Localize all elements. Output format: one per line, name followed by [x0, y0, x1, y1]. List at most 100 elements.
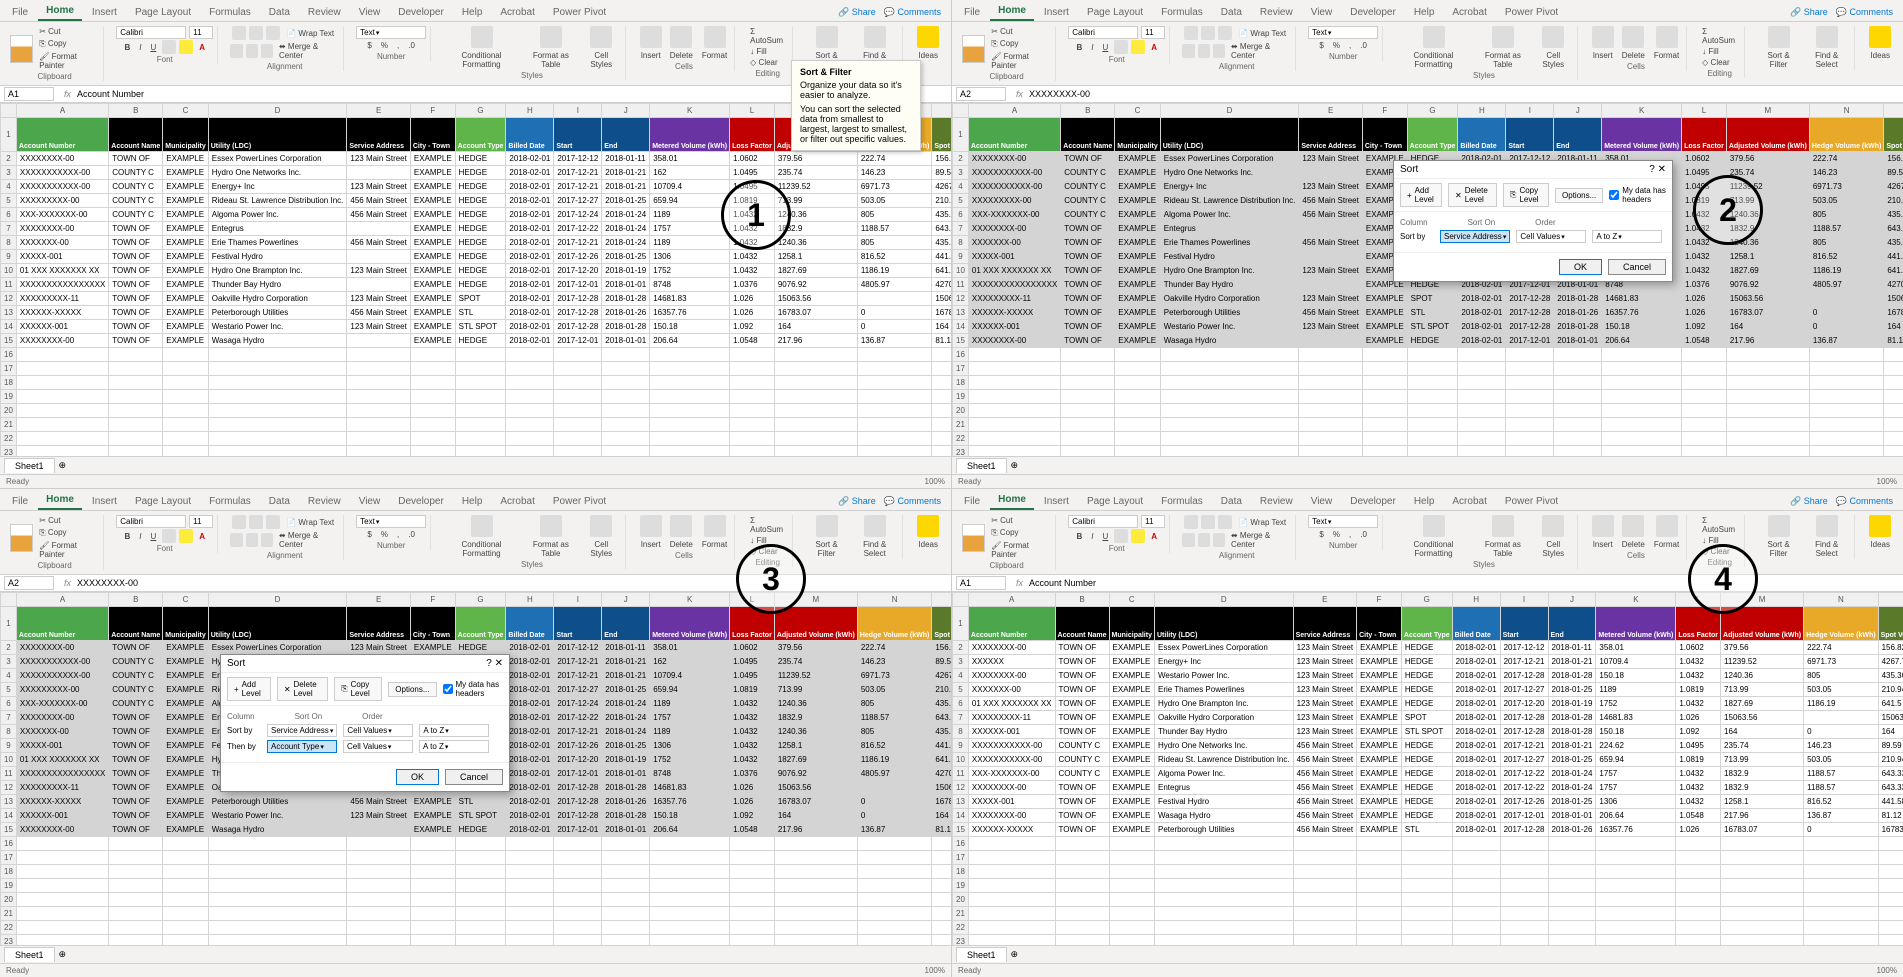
cell[interactable]: 2017-12-27 — [1500, 683, 1548, 697]
font-size[interactable]: 11 — [189, 26, 213, 39]
paste-icon[interactable] — [962, 35, 985, 63]
data-row[interactable]: 2XXXXXXXX-00TOWN OFEXAMPLEEssex PowerLin… — [953, 641, 1903, 655]
cell[interactable]: 2018-02-01 — [506, 334, 554, 348]
cell[interactable]: XXXXX-001 — [16, 739, 108, 753]
cell[interactable]: HEDGE — [1401, 781, 1452, 795]
cell[interactable]: 1.0819 — [1676, 753, 1721, 767]
cell[interactable]: 456 Main Street — [1293, 767, 1356, 781]
cell[interactable]: 164 — [932, 320, 951, 334]
cell[interactable]: 1189 — [650, 236, 730, 250]
cell[interactable]: EXAMPLE — [1357, 795, 1402, 809]
data-row[interactable]: 12XXXXXXXXX-11TOWN OFEXAMPLEOakville Hyd… — [1, 292, 952, 306]
cell[interactable]: 16783.07 — [1878, 823, 1903, 837]
cell[interactable]: 2018-01-01 — [602, 767, 650, 781]
col-header[interactable]: K — [1602, 104, 1682, 118]
cell[interactable]: XXXXXXXXX-00 — [16, 194, 108, 208]
cell[interactable]: 2018-01-01 — [602, 823, 650, 837]
cell[interactable]: HEDGE — [1401, 753, 1452, 767]
cell-styles-icon[interactable] — [590, 515, 612, 537]
col-header[interactable]: E — [347, 593, 410, 607]
cell[interactable]: 1.0376 — [1682, 278, 1727, 292]
cell[interactable]: 123 Main Street — [1293, 697, 1356, 711]
data-row[interactable]: 8XXXXXX-001TOWN OFEXAMPLEThunder Bay Hyd… — [953, 725, 1903, 739]
cell[interactable]: 2018-02-01 — [1452, 809, 1500, 823]
cell[interactable]: 2018-02-01 — [1458, 292, 1506, 306]
cell[interactable]: 1.092 — [1682, 320, 1727, 334]
cell[interactable]: Oakville Hydro Corporation — [1154, 711, 1293, 725]
data-row[interactable]: 4XXXXXXXXXXX-00COUNTY CEXAMPLEEnergy+ In… — [1, 180, 952, 194]
cell[interactable]: 1240.36 — [774, 697, 857, 711]
cell[interactable]: 224.62 — [1596, 739, 1676, 753]
cell[interactable]: 123 Main Street — [347, 641, 410, 655]
cell[interactable]: Festival Hydro — [1154, 795, 1293, 809]
cell[interactable]: 1757 — [650, 222, 730, 236]
font-color-icon[interactable]: A — [1148, 42, 1160, 53]
cell[interactable]: 1.0432 — [1676, 669, 1721, 683]
cell[interactable]: 2018-01-21 — [602, 180, 650, 194]
cell[interactable]: 2018-02-01 — [506, 753, 554, 767]
cell[interactable]: 2018-02-01 — [506, 166, 554, 180]
insert-icon[interactable] — [640, 26, 662, 48]
align-center[interactable] — [1198, 533, 1210, 547]
cell[interactable]: HEDGE — [1401, 795, 1452, 809]
header-cell[interactable]: Account Number — [16, 607, 108, 641]
header-cell[interactable]: Loss Factor — [1682, 118, 1727, 152]
cell[interactable]: 2017-12-28 — [1506, 292, 1554, 306]
cell[interactable]: TOWN OF — [1055, 641, 1109, 655]
cancel-button[interactable]: Cancel — [1608, 259, 1666, 275]
cell[interactable]: EXAMPLE — [1109, 641, 1154, 655]
cell[interactable]: HEDGE — [1401, 697, 1452, 711]
autosum-btn[interactable]: Σ AutoSum — [747, 26, 788, 46]
cond-format-icon[interactable] — [1423, 515, 1445, 537]
cell[interactable]: EXAMPLE — [410, 236, 455, 250]
cell[interactable]: EXAMPLE — [163, 641, 208, 655]
delete-icon[interactable] — [670, 26, 692, 48]
header-cell[interactable]: Utility (LDC) — [208, 118, 347, 152]
cell[interactable]: COUNTY C — [109, 208, 163, 222]
cell[interactable]: EXAMPLE — [1115, 236, 1160, 250]
cell[interactable]: 15063.56 — [1884, 292, 1903, 306]
cell[interactable]: EXAMPLE — [1115, 166, 1160, 180]
fill-btn[interactable]: ↓ Fill — [1699, 46, 1740, 57]
cell[interactable]: 1.0432 — [730, 711, 775, 725]
cell[interactable]: TOWN OF — [1061, 278, 1115, 292]
cell[interactable]: 1.0432 — [730, 753, 775, 767]
cell[interactable] — [1809, 292, 1883, 306]
border-icon[interactable] — [1114, 40, 1128, 54]
header-cell[interactable]: Spot Volume (kWh) — [1884, 118, 1903, 152]
cell[interactable]: 2018-02-01 — [506, 264, 554, 278]
cell[interactable]: 2017-12-21 — [1500, 655, 1548, 669]
cell[interactable]: EXAMPLE — [1115, 180, 1160, 194]
align-left[interactable] — [1182, 44, 1194, 58]
font-name[interactable]: Calibri — [116, 26, 186, 39]
cell[interactable]: 2018-02-01 — [1458, 320, 1506, 334]
cell[interactable]: 222.74 — [1804, 641, 1878, 655]
cell[interactable]: 641.5 — [932, 264, 951, 278]
cell[interactable]: Westario Power Inc. — [1154, 669, 1293, 683]
cell[interactable]: XXXXXXXXX-11 — [968, 711, 1055, 725]
cell[interactable]: 643.33 — [932, 711, 951, 725]
cell[interactable]: 123 Main Street — [1299, 152, 1362, 166]
border-icon[interactable] — [162, 529, 176, 543]
cell[interactable]: 456 Main Street — [1293, 753, 1356, 767]
cell[interactable]: TOWN OF — [1055, 697, 1109, 711]
cell[interactable]: HEDGE — [1407, 334, 1458, 348]
data-row[interactable]: 3XXXXXXXXXXX-00COUNTY CEXAMPLEHydro One … — [1, 166, 952, 180]
header-cell[interactable]: End — [1554, 118, 1602, 152]
font-size[interactable]: 11 — [189, 515, 213, 528]
cell[interactable]: EXAMPLE — [1109, 753, 1154, 767]
cell[interactable]: 123 Main Street — [347, 320, 410, 334]
delete-icon[interactable] — [1622, 515, 1644, 537]
cell[interactable]: 1189 — [650, 725, 730, 739]
cell[interactable]: 1306 — [650, 739, 730, 753]
cell[interactable]: Thunder Bay Hydro — [1160, 278, 1299, 292]
wrap-text-btn[interactable]: 📄 Wrap Text — [1235, 517, 1289, 528]
font-name[interactable]: Calibri — [1068, 515, 1138, 528]
cell[interactable]: 2018-02-01 — [1452, 781, 1500, 795]
cell[interactable]: 2018-01-24 — [602, 208, 650, 222]
cell[interactable]: 16357.76 — [1602, 306, 1682, 320]
cell[interactable]: XXXXXXXX-00 — [968, 334, 1060, 348]
format-icon[interactable] — [704, 26, 726, 48]
cell[interactable]: 2018-01-01 — [1548, 809, 1596, 823]
cell[interactable]: HEDGE — [1401, 767, 1452, 781]
